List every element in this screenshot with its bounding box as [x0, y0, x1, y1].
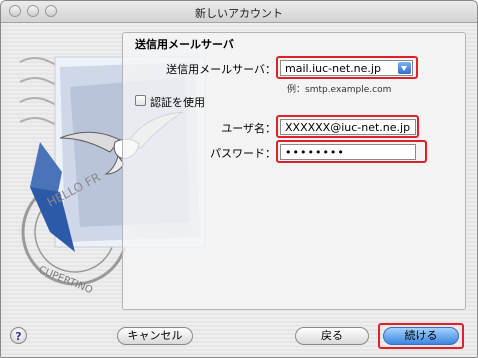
window-title: 新しいアカウント: [195, 7, 283, 20]
use-authentication-label[interactable]: 認証を使用: [150, 94, 205, 110]
highlight-password: [276, 140, 427, 163]
title-bar: 新しいアカウント: [1, 1, 477, 23]
username-label: ユーザ名：: [221, 122, 276, 135]
highlight-continue: [378, 323, 464, 349]
stamp-text-bottom: CUPERTINO: [37, 265, 94, 297]
smtp-example-hint: 例：smtp.example.com: [287, 85, 392, 95]
back-button[interactable]: 戻る: [295, 327, 369, 345]
cancel-button[interactable]: キャンセル: [117, 327, 193, 345]
highlight-username: [276, 115, 419, 138]
smtp-server-label: 送信用メールサーバ：: [166, 63, 276, 76]
password-label: パスワード：: [210, 147, 276, 160]
use-authentication-checkbox[interactable]: [135, 95, 146, 106]
help-button[interactable]: ?: [10, 327, 27, 344]
highlight-smtp: [276, 56, 418, 79]
section-title: 送信用メールサーバ: [135, 38, 234, 51]
